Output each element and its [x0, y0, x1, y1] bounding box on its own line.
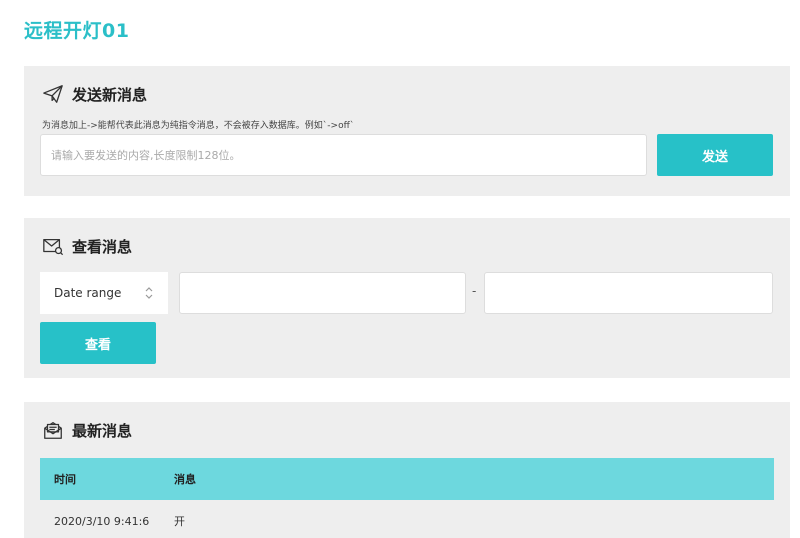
- latest-messages-header: 最新消息: [42, 418, 132, 442]
- message-input[interactable]: [40, 134, 647, 176]
- updown-icon: [145, 287, 153, 299]
- page-title: 远程开灯01: [24, 20, 130, 42]
- view-messages-title: 查看消息: [72, 237, 133, 256]
- cell-time: 2020/3/10 9:41:6: [54, 514, 150, 528]
- date-range-separator: -: [472, 284, 477, 298]
- start-date-input[interactable]: [179, 272, 466, 314]
- view-messages-header: 查看消息: [42, 234, 132, 258]
- date-range-select[interactable]: Date range: [40, 272, 168, 314]
- send-message-card: 发送新消息 为消息加上->能帮代表此消息为纯指令消息，不会被存入数据库。例如`-…: [24, 66, 790, 196]
- table-body: 2020/3/10 9:41:6 开: [40, 500, 774, 538]
- envelope-open-icon: [44, 422, 62, 439]
- end-date-input[interactable]: [484, 272, 773, 314]
- view-button[interactable]: 查看: [40, 322, 156, 364]
- send-message-header: 发送新消息: [42, 82, 147, 106]
- date-range-select-value: Date range: [54, 286, 122, 300]
- latest-messages-title: 最新消息: [72, 421, 133, 440]
- latest-messages-card: 最新消息 时间 消息 2020/3/10 9:41:6 开: [24, 402, 790, 538]
- send-message-title: 发送新消息: [72, 85, 148, 104]
- latest-messages-table: 时间 消息 2020/3/10 9:41:6 开: [40, 458, 774, 538]
- send-hint-text: 为消息加上->能帮代表此消息为纯指令消息，不会被存入数据库。例如`->off`: [42, 121, 355, 131]
- table-row: 2020/3/10 9:41:6 开: [40, 500, 774, 538]
- column-header-time: 时间: [54, 473, 76, 486]
- paper-plane-icon: [43, 85, 63, 103]
- send-button[interactable]: 发送: [657, 134, 773, 176]
- table-header: 时间 消息: [40, 458, 774, 500]
- envelope-search-icon: [43, 238, 64, 256]
- cell-message: 开: [174, 515, 185, 528]
- column-header-message: 消息: [174, 473, 196, 486]
- view-messages-card: 查看消息 Date range - 查看: [24, 218, 790, 378]
